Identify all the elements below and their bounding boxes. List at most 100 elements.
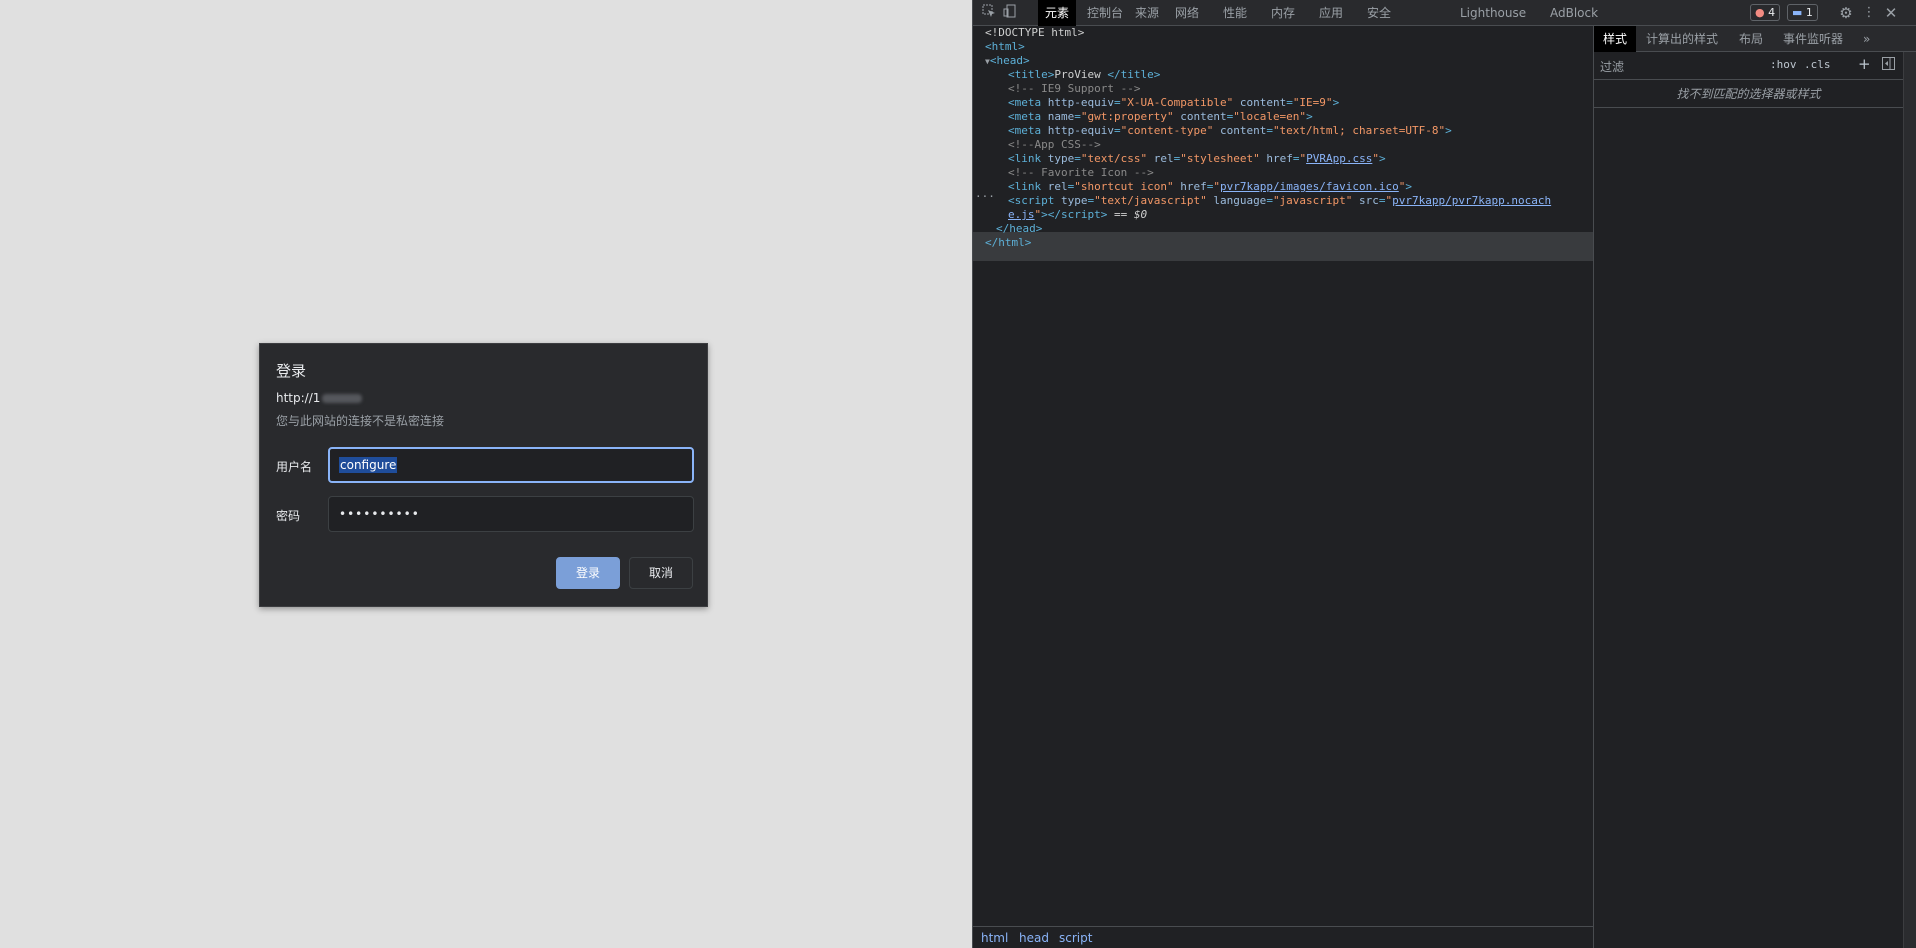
attr-name: content [1180,110,1227,123]
connection-warning: 您与此网站的连接不是私密连接 [276,414,445,428]
head-close-tag: </head> [996,222,1043,235]
dom-script-cont[interactable]: e.js"></script> == $0 [1008,208,1147,222]
login-dialog: 登录 http://1 您与此网站的连接不是私密连接 用户名 configure… [259,343,708,607]
message-icon: ▬ [1792,6,1803,19]
more-tabs-icon[interactable]: » [1863,26,1870,52]
message-count: 1 [1805,6,1813,19]
dom-meta-1[interactable]: <meta http-equiv="X-UA-Compatible" conte… [1008,96,1339,110]
dollar-zero-marker: == $0 [1107,208,1148,221]
attr-name: name [1047,110,1075,123]
password-label: 密码 [276,509,301,523]
attr-name: http-equiv [1047,124,1114,137]
dom-doctype[interactable]: <!DOCTYPE html> [985,26,1084,40]
dom-html-open[interactable]: <html> [985,40,1025,54]
dom-head-close[interactable]: </head> [996,222,1042,236]
no-match-message: 找不到匹配的选择器或样式 [1594,80,1903,108]
html-open-tag: <html> [985,40,1025,53]
redacted-url [322,394,363,403]
tab-performance[interactable]: 性能 [1216,0,1254,26]
username-label: 用户名 [276,460,313,474]
inspect-element-icon[interactable] [980,4,998,22]
tab-computed[interactable]: 计算出的样式 [1646,26,1718,52]
attr-value: "IE=9" [1292,96,1333,109]
crumb-script[interactable]: script [1059,927,1092,948]
attr-value: "stylesheet" [1180,152,1260,165]
tab-sources[interactable]: 来源 [1128,0,1166,26]
html-close-tag: </html> [985,236,1032,249]
dom-html-close[interactable]: </html> [985,236,1031,250]
tab-console[interactable]: 控制台 [1080,0,1130,26]
styles-scrollbar[interactable] [1903,52,1916,948]
username-input[interactable]: configure [328,447,694,483]
dom-meta-3[interactable]: <meta http-equiv="content-type" content=… [1008,124,1452,138]
tab-layout[interactable]: 布局 [1739,26,1763,52]
crumb-html[interactable]: html [981,927,1008,948]
doctype-text: <!DOCTYPE html> [985,26,1085,39]
selected-node-highlight [973,232,1593,261]
breadcrumb: html head script [973,926,1593,948]
new-rule-icon[interactable]: + [1858,55,1871,73]
appcss-comment-text: <!--App CSS--> [1008,138,1101,151]
login-button[interactable]: 登录 [556,557,620,589]
cls-button[interactable]: .cls [1804,58,1831,71]
close-icon[interactable]: ✕ [1882,4,1900,22]
dom-link-css[interactable]: <link type="text/css" rel="stylesheet" h… [1008,152,1386,166]
attr-value: "javascript" [1272,194,1353,207]
fav-comment-text: <!-- Favorite Icon --> [1008,166,1154,179]
tab-elements[interactable]: 元素 [1038,0,1077,26]
dom-ie9-comment[interactable]: <!-- IE9 Support --> [1008,82,1140,96]
styles-filter-row: 过滤 :hov .cls + [1594,52,1903,80]
dom-appcss-comment[interactable]: <!--App CSS--> [1008,138,1101,152]
tab-application[interactable]: 应用 [1312,0,1350,26]
more-options-icon[interactable]: ⋮ [1860,4,1878,22]
dialog-title: 登录 [276,362,307,380]
dom-head-open[interactable]: ▼<head> [985,54,1030,68]
ie9-comment-text: <!-- IE9 Support --> [1008,82,1141,95]
username-value: configure [339,457,398,473]
head-open-tag: <head> [989,54,1030,67]
attr-name: content [1219,124,1267,137]
tab-security[interactable]: 安全 [1360,0,1398,26]
tab-lighthouse[interactable]: Lighthouse [1453,0,1533,26]
attr-value: "content-type" [1120,124,1214,137]
devtools-tabbar: 元素 控制台 来源 网络 性能 内存 应用 安全 Lighthouse AdBl… [973,0,1916,26]
favicon-href-link[interactable]: pvr7kapp/images/favicon.ico [1220,180,1399,193]
settings-icon[interactable]: ⚙ [1837,4,1855,22]
tab-memory[interactable]: 内存 [1264,0,1302,26]
dom-link-icon[interactable]: <link rel="shortcut icon" href="pvr7kapp… [1008,180,1412,194]
dom-meta-2[interactable]: <meta name="gwt:property" content="local… [1008,110,1313,124]
attr-value: "shortcut icon" [1074,180,1174,193]
filter-input[interactable]: 过滤 [1600,58,1624,75]
title-text: ProView [1054,68,1108,81]
styles-tabbar: 样式 计算出的样式 布局 事件监听器 » [1594,26,1916,52]
attr-value: "locale=en" [1233,110,1307,123]
css-href-link[interactable]: PVRApp.css [1306,152,1372,165]
url-text: http://1 [276,391,321,405]
device-toolbar-icon[interactable] [1001,4,1019,22]
crumb-head[interactable]: head [1019,927,1049,948]
dom-fav-comment[interactable]: <!-- Favorite Icon --> [1008,166,1154,180]
error-icon: ● [1755,6,1765,19]
attr-value: "X-UA-Compatible" [1120,96,1234,109]
attr-value: "text/javascript" [1094,194,1207,207]
attr-value: "text/html; charset=UTF-8" [1272,124,1446,137]
cancel-button[interactable]: 取消 [629,557,693,589]
tab-network[interactable]: 网络 [1168,0,1206,26]
more-dots-icon[interactable]: ··· [975,190,995,204]
toggle-sidebar-icon[interactable] [1882,57,1895,73]
message-badge[interactable]: ▬ 1 [1787,4,1818,21]
attr-name: http-equiv [1047,96,1114,109]
script-src-link-cont[interactable]: e.js [1008,208,1035,221]
script-src-link[interactable]: pvr7kapp/pvr7kapp.nocach [1392,194,1551,207]
elements-panel: <!DOCTYPE html> <html> ▼<head> <title>Pr… [973,26,1593,926]
tab-adblock[interactable]: AdBlock [1543,0,1605,26]
devtools-panel: 元素 控制台 来源 网络 性能 内存 应用 安全 Lighthouse AdBl… [972,0,1916,948]
dom-script[interactable]: <script type="text/javascript" language=… [1008,194,1551,208]
dom-title[interactable]: <title>ProView </title> [1008,68,1160,82]
password-input[interactable]: •••••••••• [328,496,694,532]
tab-event-listeners[interactable]: 事件监听器 [1783,26,1843,52]
page-background: 登录 http://1 您与此网站的连接不是私密连接 用户名 configure… [0,0,972,948]
hov-button[interactable]: :hov [1770,58,1797,71]
tab-styles[interactable]: 样式 [1594,26,1637,52]
error-badge[interactable]: ● 4 [1750,4,1781,21]
